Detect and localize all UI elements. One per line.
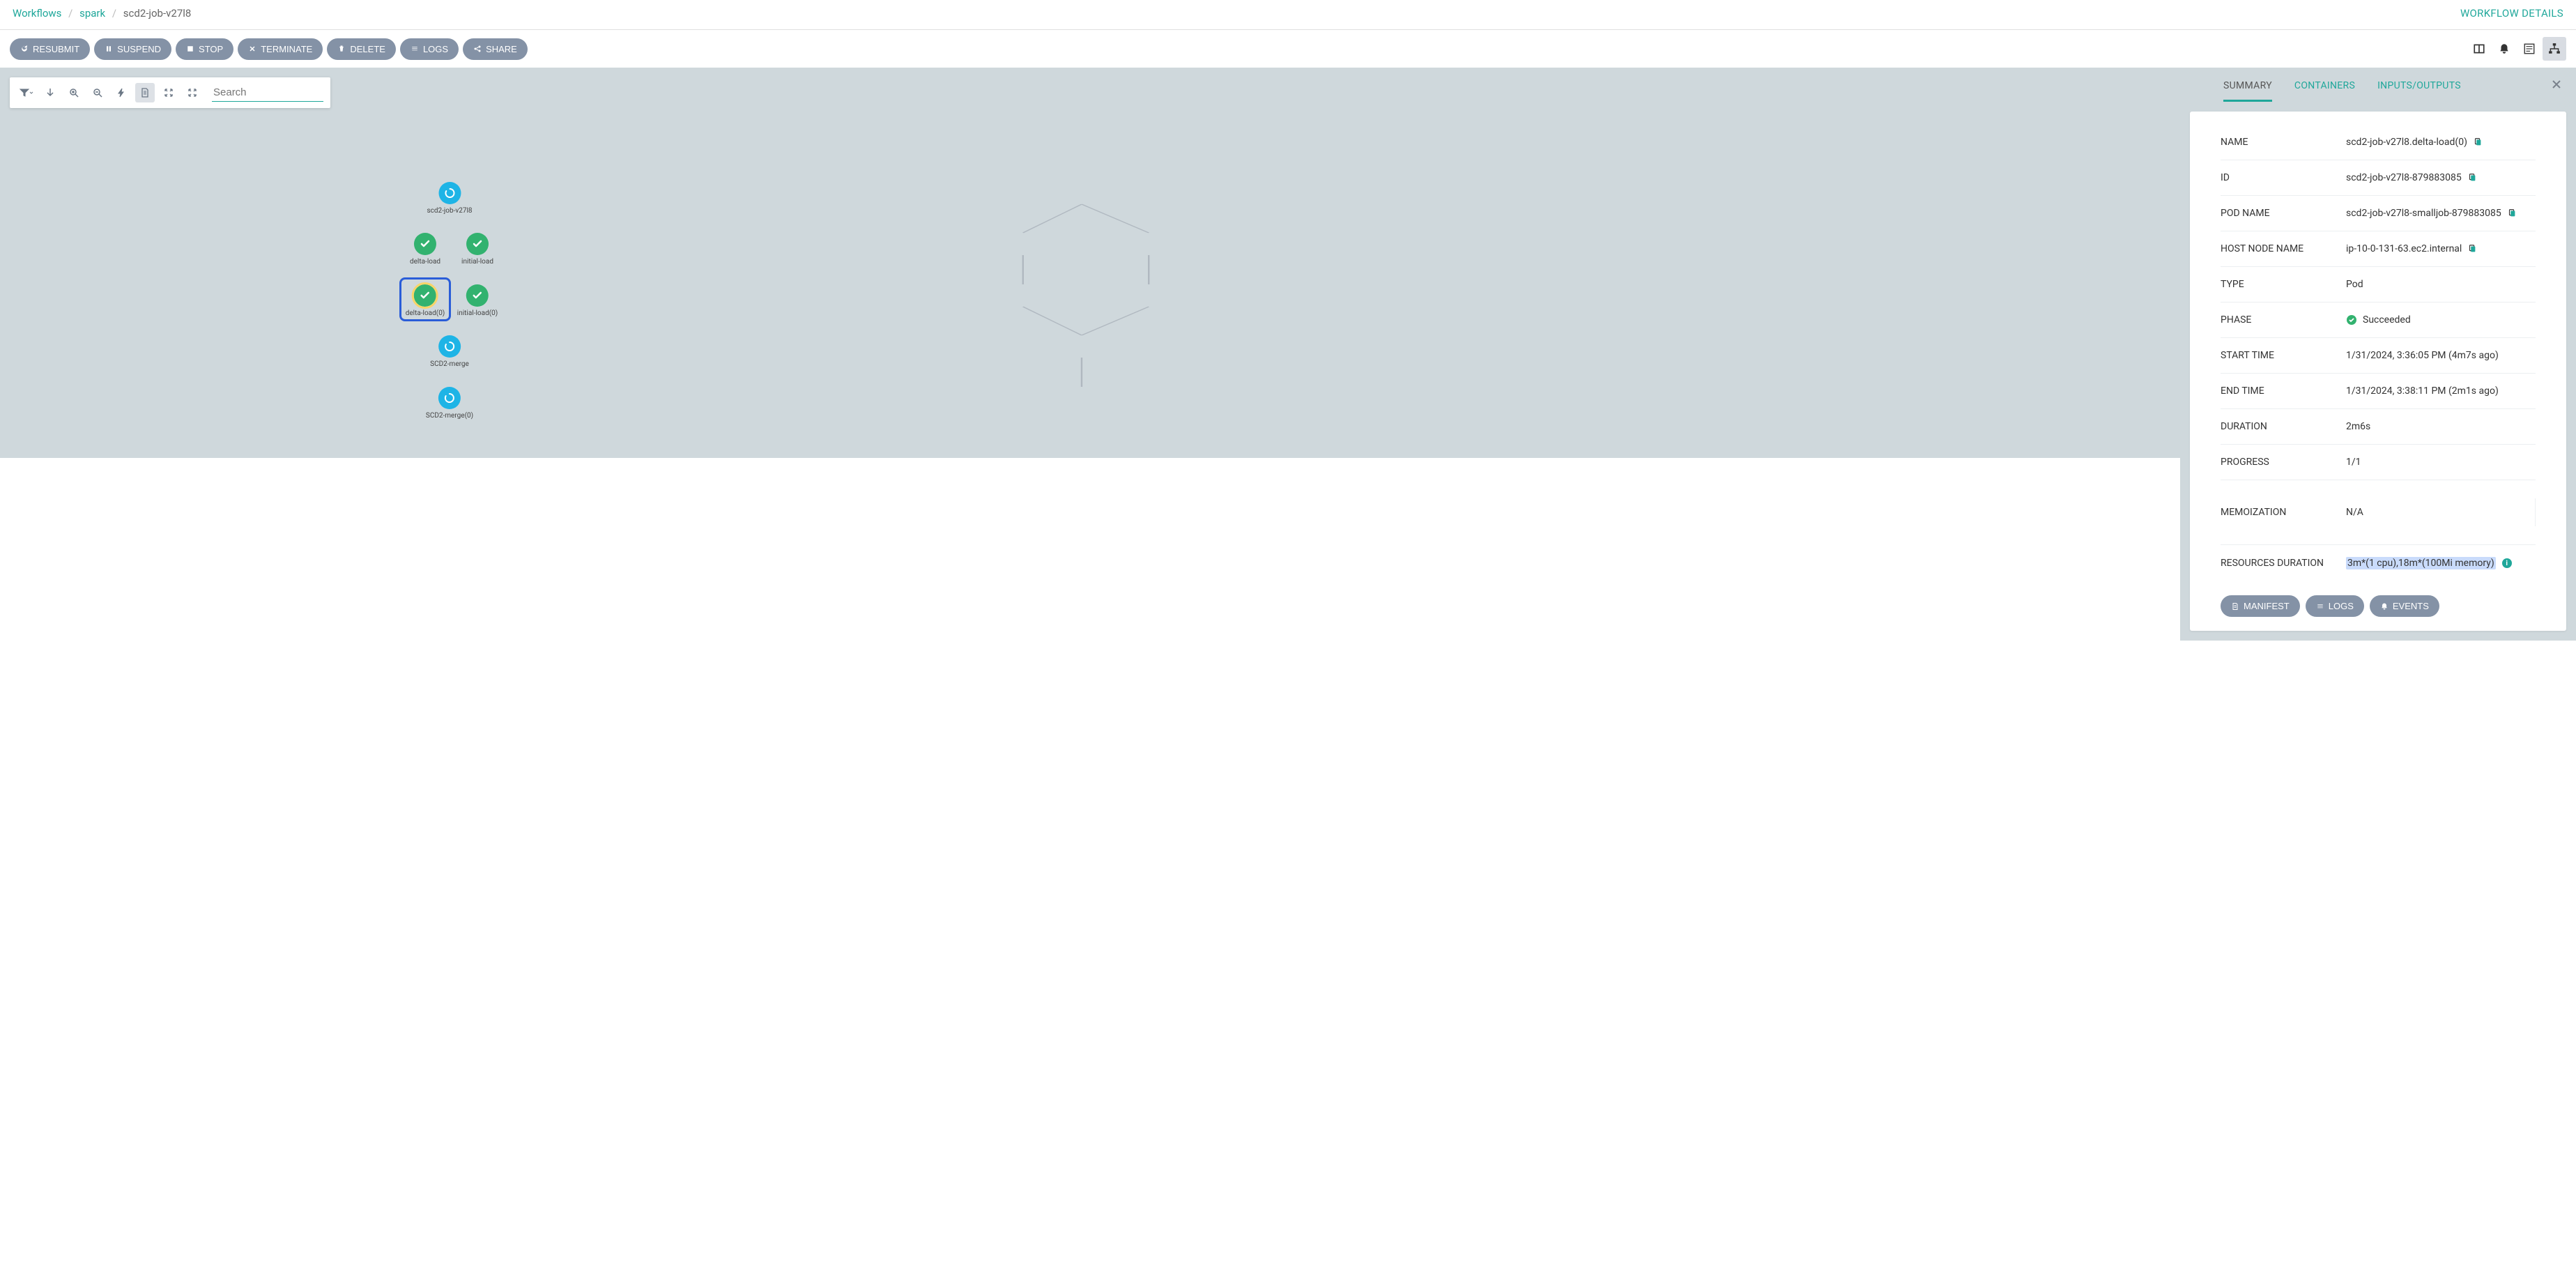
filter-icon[interactable] <box>17 83 36 102</box>
main: scd2-job-v27l8delta-loadinitial-loaddelt… <box>0 68 2576 641</box>
row-start: START TIME 1/31/2024, 3:36:05 PM (4m7s a… <box>2221 338 2536 374</box>
tree-icon[interactable] <box>2543 37 2566 61</box>
card-logs-button[interactable]: LOGS <box>2306 595 2364 617</box>
doc-icon[interactable] <box>135 83 155 102</box>
topbar: Workflows / spark / scd2-job-v27l8 WORKF… <box>0 0 2576 30</box>
graph-node-dl[interactable]: delta-load <box>410 233 440 266</box>
stop-button[interactable]: STOP <box>176 38 233 60</box>
zoom-out-icon[interactable] <box>88 83 107 102</box>
graph-node-il0[interactable]: initial-load(0) <box>457 284 498 318</box>
search-input[interactable] <box>212 84 323 102</box>
row-resources: RESOURCES DURATION 3m*(1 cpu),18m*(100Mi… <box>2221 545 2536 581</box>
actions-left: RESUBMIT SUSPEND STOP TERMINATE DELETE L… <box>10 38 528 60</box>
terminate-button[interactable]: TERMINATE <box>238 38 323 60</box>
selection-ring <box>399 277 451 321</box>
graph-nodes: scd2-job-v27l8delta-loadinitial-loaddelt… <box>0 68 2180 458</box>
bolt-icon[interactable] <box>112 83 131 102</box>
tabs: SUMMARY CONTAINERS INPUTS/OUTPUTS <box>2190 68 2566 102</box>
row-memoization: MEMOIZATION N/A <box>2221 480 2536 545</box>
share-button[interactable]: SHARE <box>463 38 528 60</box>
summary-card: NAME scd2-job-v27l8.delta-load(0) ID scd… <box>2190 112 2566 631</box>
copy-icon[interactable] <box>2467 244 2477 254</box>
suspend-button[interactable]: SUSPEND <box>94 38 171 60</box>
form-icon[interactable] <box>2517 37 2541 61</box>
page-title: WORKFLOW DETAILS <box>2460 7 2563 20</box>
row-progress: PROGRESS 1/1 <box>2221 445 2536 480</box>
bell-icon[interactable] <box>2492 37 2516 61</box>
details-panel: SUMMARY CONTAINERS INPUTS/OUTPUTS NAME s… <box>2180 68 2576 641</box>
close-icon[interactable] <box>2551 79 2562 93</box>
tab-containers[interactable]: CONTAINERS <box>2294 80 2355 102</box>
graph-node-scd20[interactable]: SCD2-merge(0) <box>426 387 473 420</box>
row-duration: DURATION 2m6s <box>2221 409 2536 445</box>
delete-button[interactable]: DELETE <box>327 38 396 60</box>
copy-icon[interactable] <box>2467 173 2477 183</box>
breadcrumb-current: scd2-job-v27l8 <box>123 7 192 20</box>
info-icon[interactable]: i <box>2502 558 2512 568</box>
resubmit-button[interactable]: RESUBMIT <box>10 38 90 60</box>
success-icon <box>2346 314 2357 326</box>
graph-node-il[interactable]: initial-load <box>461 233 493 266</box>
down-arrow-icon[interactable] <box>40 83 60 102</box>
logs-button[interactable]: LOGS <box>400 38 459 60</box>
row-end: END TIME 1/31/2024, 3:38:11 PM (2m1s ago… <box>2221 374 2536 409</box>
breadcrumb-root[interactable]: Workflows <box>13 7 61 20</box>
row-host: HOST NODE NAME ip-10-0-131-63.ec2.intern… <box>2221 231 2536 267</box>
graph-node-root[interactable]: scd2-job-v27l8 <box>427 182 472 215</box>
row-id: ID scd2-job-v27l8-879883085 <box>2221 160 2536 196</box>
row-pod: POD NAME scd2-job-v27l8-smalljob-8798830… <box>2221 196 2536 231</box>
actions-right <box>2467 37 2566 61</box>
events-button[interactable]: EVENTS <box>2370 595 2439 617</box>
row-phase: PHASE Succeeded <box>2221 303 2536 338</box>
copy-icon[interactable] <box>2473 137 2483 147</box>
breadcrumb-namespace[interactable]: spark <box>79 7 105 20</box>
collapse-icon[interactable] <box>159 83 178 102</box>
workflow-canvas[interactable]: scd2-job-v27l8delta-loadinitial-loaddelt… <box>0 68 2180 458</box>
tab-summary[interactable]: SUMMARY <box>2223 80 2272 102</box>
breadcrumb: Workflows / spark / scd2-job-v27l8 <box>13 7 191 20</box>
row-type: TYPE Pod <box>2221 267 2536 303</box>
graph: scd2-job-v27l8delta-loadinitial-loaddelt… <box>0 68 2180 458</box>
expand-icon[interactable] <box>183 83 202 102</box>
tab-io[interactable]: INPUTS/OUTPUTS <box>2377 80 2461 102</box>
actionbar: RESUBMIT SUSPEND STOP TERMINATE DELETE L… <box>0 30 2576 68</box>
copy-icon[interactable] <box>2507 208 2517 218</box>
graph-node-scd2[interactable]: SCD2-merge <box>430 335 469 369</box>
row-name: NAME scd2-job-v27l8.delta-load(0) <box>2221 132 2536 160</box>
card-buttons: MANIFEST LOGS EVENTS <box>2221 581 2536 617</box>
canvas-toolbar <box>10 77 330 108</box>
manifest-button[interactable]: MANIFEST <box>2221 595 2300 617</box>
zoom-in-icon[interactable] <box>64 83 84 102</box>
columns-icon[interactable] <box>2467 37 2491 61</box>
